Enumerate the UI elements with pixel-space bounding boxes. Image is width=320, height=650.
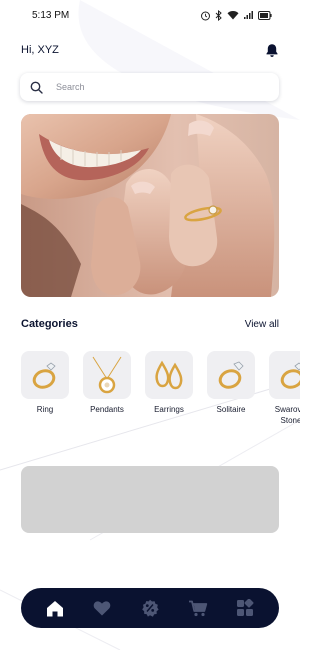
battery-icon (258, 10, 272, 20)
nav-more[interactable] (230, 593, 260, 623)
solitaire-icon (218, 361, 244, 389)
category-label: Pendants (90, 405, 124, 414)
view-all-link[interactable]: View all (245, 319, 279, 330)
bell-icon[interactable] (265, 43, 279, 58)
bluetooth-icon (215, 9, 222, 21)
grid-icon (237, 599, 254, 616)
category-tile[interactable] (269, 351, 300, 399)
promo-banner-image[interactable] (21, 114, 279, 297)
heart-icon (94, 601, 111, 616)
nav-offers[interactable] (135, 593, 165, 623)
category-solitaire[interactable]: Solitaire (207, 351, 255, 427)
categories-header: Categories View all (21, 318, 279, 330)
wifi-icon (227, 11, 239, 20)
category-label: Solitaire (216, 405, 246, 414)
earrings-icon (155, 360, 183, 390)
greeting-text: Hi, XYZ (21, 44, 59, 56)
status-bar: 5:13 PM (0, 0, 300, 30)
search-bar[interactable] (20, 73, 279, 101)
category-earrings[interactable]: Earrings (145, 351, 193, 427)
search-icon (30, 81, 43, 94)
nav-home[interactable] (40, 593, 70, 623)
category-swarovski-stones[interactable]: Swarovski Stones (269, 351, 300, 427)
category-label: Swarovski Stones (274, 405, 300, 425)
alarm-icon (201, 11, 210, 20)
cart-icon (188, 600, 207, 616)
categories-list[interactable]: Ring Pendants Earrings Solitaire Swarov … (21, 351, 300, 441)
category-tile[interactable] (83, 351, 131, 399)
category-ring[interactable]: Ring (21, 351, 69, 427)
home-icon (46, 600, 63, 616)
category-tile[interactable] (145, 351, 193, 399)
bottom-navigation (21, 588, 279, 628)
category-pendants[interactable]: Pendants (83, 351, 131, 427)
category-tile[interactable] (21, 351, 69, 399)
discount-icon (142, 599, 159, 617)
search-input[interactable] (56, 82, 256, 92)
category-label: Ring (36, 405, 54, 414)
nav-cart[interactable] (183, 593, 213, 623)
categories-title: Categories (21, 318, 78, 330)
status-time: 5:13 PM (32, 9, 70, 21)
signal-icon (244, 11, 253, 19)
banner-illustration (21, 114, 279, 297)
category-tile[interactable] (207, 351, 255, 399)
category-label: Earrings (154, 405, 184, 414)
status-icons (200, 9, 272, 21)
pendant-icon (92, 356, 122, 394)
ring-icon (32, 362, 56, 389)
content-placeholder-card (21, 466, 279, 533)
nav-favorites[interactable] (87, 593, 117, 623)
ring-icon (280, 362, 300, 389)
